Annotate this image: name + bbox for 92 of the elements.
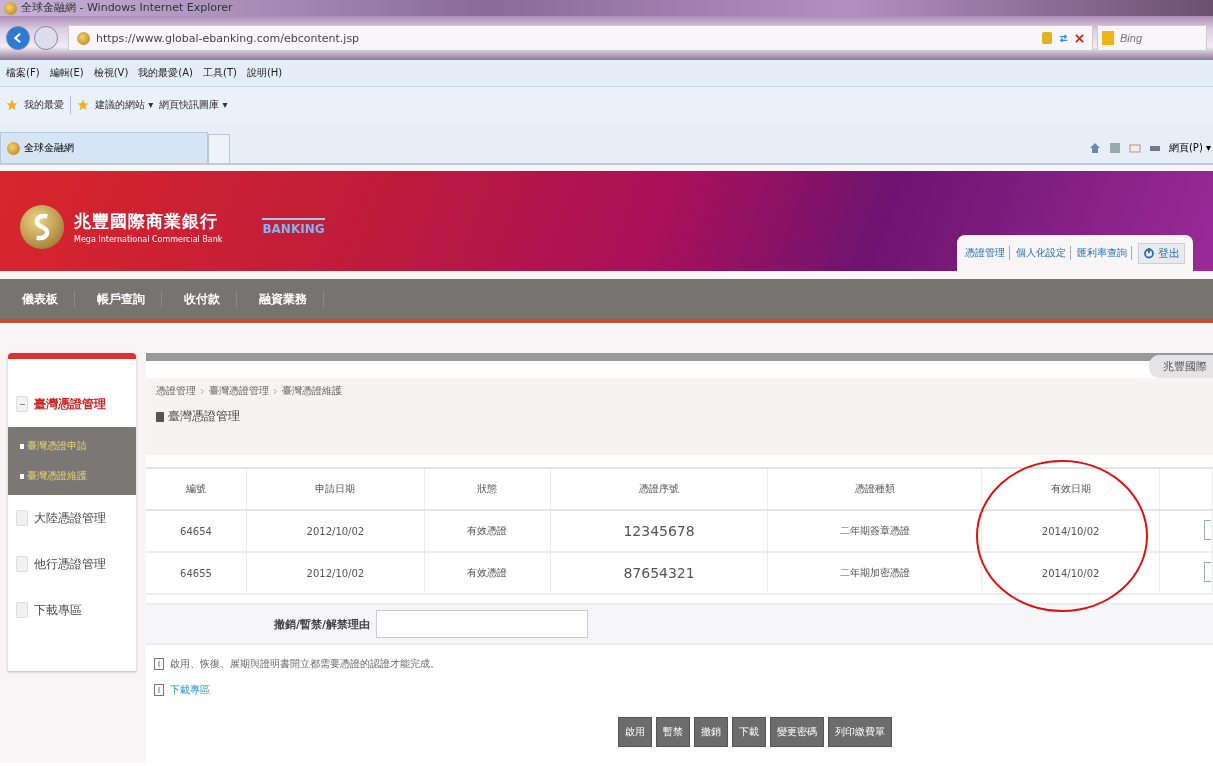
action-button[interactable]: 列印繳費單	[827, 717, 892, 747]
expand-icon[interactable]	[16, 602, 28, 618]
table-cell: 2012/10/02	[246, 552, 425, 594]
table-cell: 有效憑證	[424, 510, 551, 552]
chevron-icon	[200, 387, 205, 395]
action-button[interactable]: 暫禁	[655, 717, 690, 747]
refresh-icon[interactable]	[1058, 32, 1069, 44]
forward-button[interactable]	[34, 26, 58, 50]
play-icon	[156, 411, 164, 422]
menu-item[interactable]: 工具(T)	[203, 66, 237, 80]
globe-icon	[77, 31, 90, 45]
home-icon[interactable]	[1088, 142, 1101, 154]
column-header: 編號	[146, 468, 247, 510]
table-cell: 2012/10/02	[246, 510, 425, 552]
reason-field[interactable]	[376, 610, 588, 638]
globe-icon	[7, 141, 20, 155]
menu-item[interactable]: 檔案(F)	[6, 66, 40, 80]
action-button[interactable]: 撤銷	[693, 717, 728, 747]
menu-item[interactable]: 編輯(E)	[49, 66, 84, 80]
menu-item[interactable]: 我的最愛(A)	[138, 66, 193, 80]
download-link[interactable]: 下載專區	[170, 683, 210, 697]
search-box[interactable]: Bing	[1097, 25, 1207, 51]
table-cell: 2014/10/02	[981, 552, 1160, 594]
bullet-icon	[20, 443, 24, 449]
header-link[interactable]: 個人化設定	[1016, 246, 1071, 260]
logout-button[interactable]: 登出	[1138, 242, 1185, 264]
url-text: https://www.global-ebanking.com/ebcontent.jsp	[96, 31, 361, 45]
breadcrumb-item[interactable]: 臺灣憑證維護	[282, 384, 342, 398]
bank-name: 兆豐國際商業銀行	[74, 210, 219, 233]
column-header: 憑證序號	[550, 468, 768, 510]
favorites-link[interactable]: 建議的網站 ▾	[95, 98, 154, 112]
row-checkbox[interactable]	[1204, 520, 1211, 540]
table-cell: 二年期加密憑證	[767, 552, 982, 594]
header-link[interactable]: 憑證管理	[965, 246, 1010, 260]
table-cell: 87654321	[550, 552, 768, 594]
star-icon[interactable]	[77, 99, 89, 111]
tab-title: 全球金融網	[24, 141, 74, 155]
nav-item[interactable]: 儀表板	[0, 290, 75, 308]
banking-logo: BANKING	[262, 218, 325, 236]
power-icon	[1143, 247, 1155, 259]
nav-item[interactable]: 融資業務	[237, 290, 324, 308]
action-button[interactable]: 下載	[731, 717, 766, 747]
search-field[interactable]: Bing	[1118, 31, 1192, 45]
expand-icon[interactable]	[16, 556, 28, 572]
page-menu[interactable]: 網頁(P) ▾	[1168, 141, 1211, 155]
sidebar-item[interactable]: 他行憑證管理	[34, 555, 106, 573]
page-heading: 臺灣憑證管理	[168, 408, 240, 425]
back-button[interactable]	[6, 26, 30, 50]
table-cell: 有效憑證	[424, 552, 551, 594]
nav-item[interactable]: 收付款	[162, 290, 237, 308]
breadcrumb-item[interactable]: 憑證管理	[156, 384, 196, 398]
submenu-item[interactable]: 臺灣憑證申請	[27, 439, 87, 453]
globe-icon	[4, 1, 17, 15]
action-button[interactable]: 啟用	[617, 717, 652, 747]
sidebar-item[interactable]: 大陸憑證管理	[34, 509, 106, 527]
table-cell: 12345678	[550, 510, 768, 552]
bullet-icon	[20, 473, 24, 479]
table-cell: 64654	[146, 510, 247, 552]
info-icon	[154, 684, 164, 696]
star-icon	[6, 99, 18, 111]
expand-icon[interactable]	[16, 510, 28, 526]
field-label: 撤銷/暫禁/解禁理由	[272, 616, 370, 632]
submenu-item[interactable]: 臺灣憑證維護	[27, 469, 87, 483]
column-header: 憑證種類	[767, 468, 982, 510]
header-link[interactable]: 匯利率查詢	[1077, 246, 1132, 260]
menu-item[interactable]: 檢視(V)	[93, 66, 129, 80]
stop-icon[interactable]	[1075, 33, 1084, 43]
column-header: 狀態	[424, 468, 551, 510]
favorites-button[interactable]: 我的最愛	[24, 98, 64, 112]
sidebar-item[interactable]: 臺灣憑證管理	[34, 395, 106, 413]
note-text: 啟用、恢復、展期與證明書開立都需要憑證的認證才能完成。	[170, 657, 440, 671]
sidebar-item[interactable]: 下載專區	[34, 601, 82, 619]
breadcrumb-item[interactable]: 臺灣憑證管理	[209, 384, 269, 398]
row-checkbox[interactable]	[1204, 562, 1211, 582]
column-header: 有效日期	[981, 468, 1160, 510]
address-field[interactable]: https://www.global-ebanking.com/ebcontent.jsp	[68, 25, 1093, 51]
new-tab-button[interactable]	[208, 134, 230, 163]
chevron-icon	[273, 387, 278, 395]
action-button[interactable]: 變更密碼	[769, 717, 824, 747]
browser-tab[interactable]: 全球金融網	[0, 132, 208, 163]
table-cell: 64655	[146, 552, 247, 594]
table-cell: 二年期簽章憑證	[767, 510, 982, 552]
window-title: 全球金融網 - Windows Internet Explorer	[21, 0, 233, 16]
bank-name-english: Mega International Commercial Bank	[74, 235, 223, 244]
favorites-link[interactable]: 網頁快訊圖庫 ▾	[159, 98, 228, 112]
table-cell: 2014/10/02	[981, 510, 1160, 552]
bank-logo-icon	[20, 205, 64, 249]
info-icon	[154, 658, 164, 670]
menu-item[interactable]: 說明(H)	[246, 66, 283, 80]
nav-item[interactable]: 帳戶查詢	[75, 290, 162, 308]
collapse-icon[interactable]	[16, 396, 28, 412]
column-header: 申請日期	[246, 468, 425, 510]
